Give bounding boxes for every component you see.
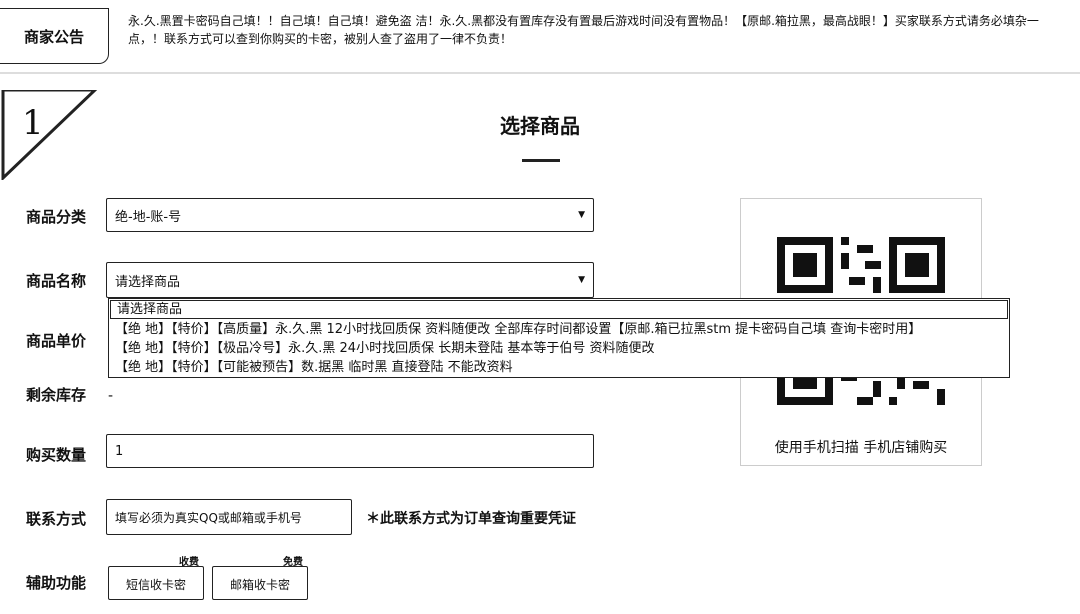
quantity-input[interactable]: 1 [106,434,594,468]
dropdown-option[interactable]: 【绝 地】【特价】【高质量】永.久.黑 12小时找回质保 资料随便改 全部库存时… [109,320,1009,339]
dropdown-option[interactable]: 【绝 地】【特价】【极品冷号】永.久.黑 24小时找回质保 长期未登陆 基本等于… [109,339,1009,358]
email-fee-tag: 免费 [283,557,303,568]
sms-card-label: 短信收卡密 [125,578,186,592]
stock-label: 剩余库存 [26,386,87,404]
stock-value: - [108,388,114,404]
notice-text: 永.久.黑置卡密码自己填！！自己填！自己填！避免盗 洁！永.久.黑都没有置库存没… [128,14,1039,46]
sms-fee-tag: 收费 [179,557,199,568]
step-badge: 1 [1,90,98,180]
product-label: 商品名称 [26,272,87,290]
sms-card-button[interactable]: 收费 短信收卡密 [108,557,204,600]
contact-hint: ＊此联系方式为订单查询重要凭证 [366,511,576,527]
category-label: 商品分类 [26,208,87,226]
dropdown-option[interactable]: 请选择商品 [110,300,1008,319]
email-card-label: 邮箱收卡密 [229,578,290,592]
chevron-down-icon: ▼ [578,210,585,220]
notice-label: 商家公告 [0,8,109,64]
qr-caption: 使用手机扫描 手机店铺购买 [774,440,948,456]
category-select-value: 绝-地-账-号 [115,209,182,225]
contact-input[interactable]: 填写必须为真实QQ或邮箱或手机号 [106,499,352,535]
quantity-label: 购买数量 [26,446,87,464]
dropdown-option[interactable]: 【绝 地】【特价】【可能被预告】数.据黑 临时黑 直接登陆 不能改资料 [109,358,1009,377]
category-select[interactable]: 绝-地-账-号 ▼ [106,198,594,232]
contact-label: 联系方式 [26,510,87,528]
step-number: 1 [22,103,44,143]
product-dropdown-list[interactable]: 请选择商品 【绝 地】【特价】【高质量】永.久.黑 12小时找回质保 资料随便改… [108,298,1010,378]
product-select[interactable]: 请选择商品 ▼ [106,262,594,298]
chevron-down-icon: ▼ [578,275,585,285]
price-label: 商品单价 [26,332,87,350]
aux-label: 辅助功能 [26,574,87,592]
product-select-value: 请选择商品 [115,274,181,290]
notice-bar: 商家公告 永.久.黑置卡密码自己填！！自己填！自己填！避免盗 洁！永.久.黑都没… [0,0,1080,74]
step-title-underline [522,159,560,162]
step-title: 选择商品 [500,114,580,138]
email-card-button[interactable]: 免费 邮箱收卡密 [212,557,308,600]
